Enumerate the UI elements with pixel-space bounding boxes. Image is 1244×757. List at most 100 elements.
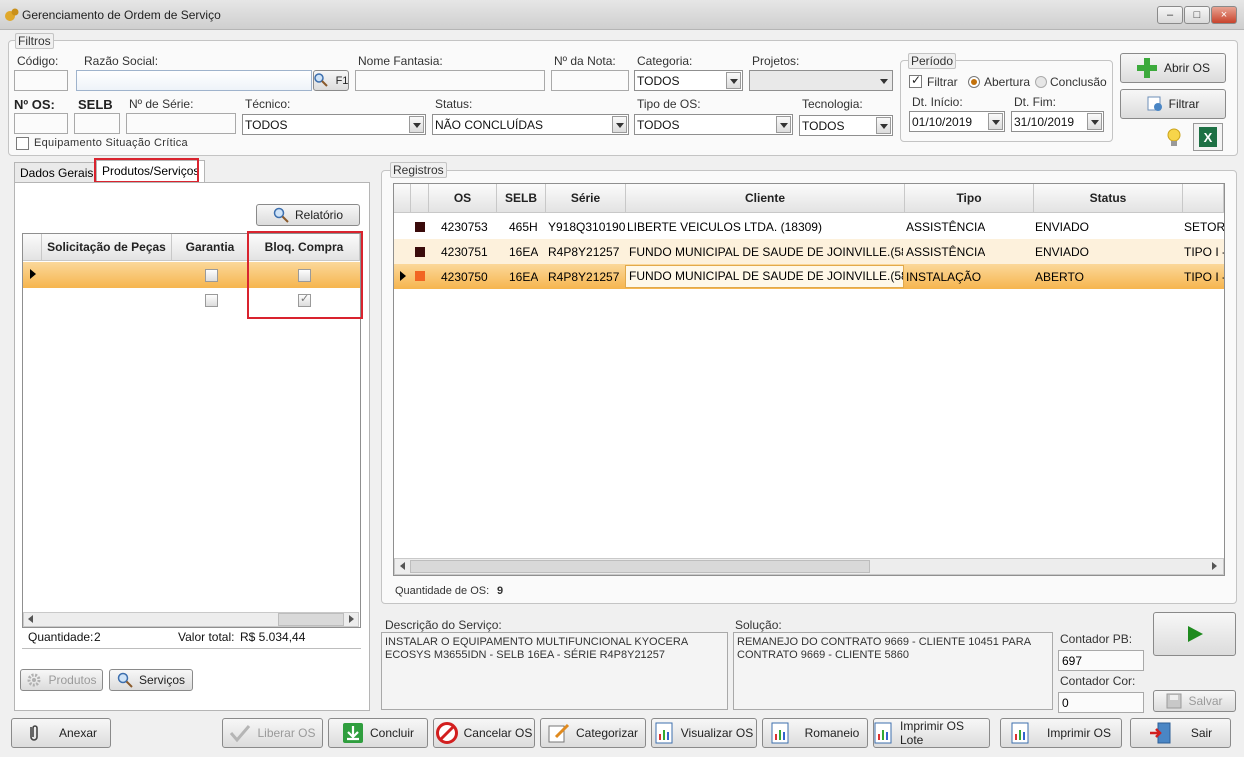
chevron-down-icon[interactable] [988,113,1003,130]
checkmark-icon [229,723,251,743]
col-header-cliente[interactable]: Cliente [626,184,905,213]
chevron-down-icon[interactable] [1087,113,1102,130]
scroll-left-icon[interactable] [400,562,405,570]
col-header-status[interactable]: Status [1034,184,1183,213]
dt-fim-value: 31/10/2019 [1014,115,1075,129]
projetos-select[interactable] [749,70,893,91]
cell-cliente: FUNDO MUNICIPAL DE SAUDE DE JOINVILLE.(5… [629,245,903,259]
nota-input[interactable] [551,70,629,91]
qtd-os-label: Quantidade de OS: [395,585,490,597]
cell-extra: TIPO I - [1184,245,1224,259]
scroll-right-icon[interactable] [349,615,354,623]
col-header-solicitacao[interactable]: Solicitação de Peças [42,234,172,261]
relatorio-button[interactable]: Relatório [256,204,360,226]
contador-pb-input[interactable]: 697 [1058,650,1144,671]
col-header-extra[interactable] [1183,184,1224,213]
romaneio-label: Romaneio [804,726,860,740]
tipo-os-select[interactable]: TODOS [634,114,793,135]
status-color-swatch [415,222,425,232]
cell-os: 4230750 [441,270,488,284]
dt-fim-picker[interactable]: 31/10/2019 [1011,111,1104,132]
imprimir-os-lote-button[interactable]: Imprimir OS Lote [873,718,990,748]
concluir-button[interactable]: Concluir [328,718,428,748]
cell-tipo: INSTALAÇÃO [906,270,982,284]
color-col-header [411,184,429,213]
codigo-input[interactable] [14,70,68,91]
abrir-os-button[interactable]: Abrir OS [1120,53,1226,83]
categorizar-button[interactable]: Categorizar [540,718,646,748]
conclusao-radio[interactable] [1035,76,1047,88]
search-icon [313,72,330,89]
sair-button[interactable]: Sair [1130,718,1231,748]
col-header-os[interactable]: OS [429,184,497,213]
col-header-selb[interactable]: SELB [497,184,546,213]
valor-total-label: Valor total: [178,630,235,644]
excel-icon[interactable]: X [1193,123,1223,151]
os-input[interactable] [14,113,68,134]
chevron-down-icon[interactable] [876,117,891,134]
maximize-button[interactable]: □ [1184,6,1210,24]
report-icon [874,722,894,744]
scrollbar-thumb[interactable] [410,560,870,573]
svg-text:X: X [1204,130,1213,145]
edit-icon [548,723,570,743]
tecnologia-select[interactable]: TODOS [799,115,893,136]
scrollbar-thumb[interactable] [278,613,344,626]
tipo-os-label: Tipo de OS: [637,97,701,111]
cancel-icon [435,722,458,744]
critica-checkbox[interactable] [16,137,29,150]
servicos-button[interactable]: Serviços [109,669,193,691]
imprimir-os-button[interactable]: Imprimir OS [1000,718,1122,748]
serie-input[interactable] [126,113,236,134]
codigo-label: Código: [17,54,59,68]
scroll-right-icon[interactable] [1212,562,1217,570]
abertura-radio[interactable] [968,76,980,88]
close-button[interactable]: × [1211,6,1237,24]
contador-cor-input[interactable]: 0 [1058,692,1144,713]
razao-social-input[interactable] [76,70,312,91]
status-color-swatch [415,271,425,281]
scroll-left-icon[interactable] [28,615,33,623]
salvar-button[interactable]: Salvar [1153,690,1236,712]
garantia-checkbox[interactable] [205,294,218,307]
nome-fantasia-input[interactable] [355,70,545,91]
anexar-button[interactable]: Anexar [11,718,111,748]
col-header-serie[interactable]: Série [546,184,626,213]
tecnico-select[interactable]: TODOS [242,114,426,135]
romaneio-button[interactable]: Romaneio [762,718,868,748]
chevron-down-icon[interactable] [726,72,741,89]
tab-dados-gerais[interactable]: Dados Gerais [14,162,100,182]
dt-inicio-picker[interactable]: 01/10/2019 [909,111,1005,132]
app-icon [5,8,19,21]
produtos-button[interactable]: Produtos [20,669,103,691]
selb-input[interactable] [74,113,120,134]
col-header-tipo[interactable]: Tipo [905,184,1034,213]
descricao-textarea[interactable]: INSTALAR O EQUIPAMENTO MULTIFUNCIONAL KY… [381,632,728,710]
chevron-down-icon[interactable] [876,72,891,89]
produtos-label: Produtos [48,673,97,687]
visualizar-os-button[interactable]: Visualizar OS [651,718,757,748]
chevron-down-icon[interactable] [409,116,424,133]
filtrar-button[interactable]: Filtrar [1120,89,1226,119]
filtrar-checkbox[interactable] [909,73,922,88]
col-header-garantia[interactable]: Garantia [172,234,249,261]
chevron-down-icon[interactable] [612,116,627,133]
exit-door-icon [1149,722,1173,744]
status-select[interactable]: NÃO CONCLUÍDAS [432,114,629,135]
highlight-tab-box [94,158,199,183]
liberar-os-button[interactable]: Liberar OS [222,718,323,748]
go-button[interactable] [1153,612,1236,656]
lightbulb-icon[interactable] [1166,127,1182,149]
cell-os: 4230751 [441,245,488,259]
minimize-button[interactable]: – [1157,6,1183,24]
solucao-textarea[interactable]: REMANEJO DO CONTRATO 9669 - CLIENTE 1045… [733,632,1053,710]
solucao-label: Solução: [735,618,782,632]
concluir-label: Concluir [369,726,414,740]
f1-search-button[interactable]: F1 [313,70,349,91]
categoria-select[interactable]: TODOS [634,70,743,91]
chevron-down-icon[interactable] [776,116,791,133]
status-color-swatch [415,247,425,257]
anexar-label: Anexar [58,726,98,740]
garantia-checkbox[interactable] [205,269,218,282]
cancelar-os-button[interactable]: Cancelar OS [433,718,535,748]
